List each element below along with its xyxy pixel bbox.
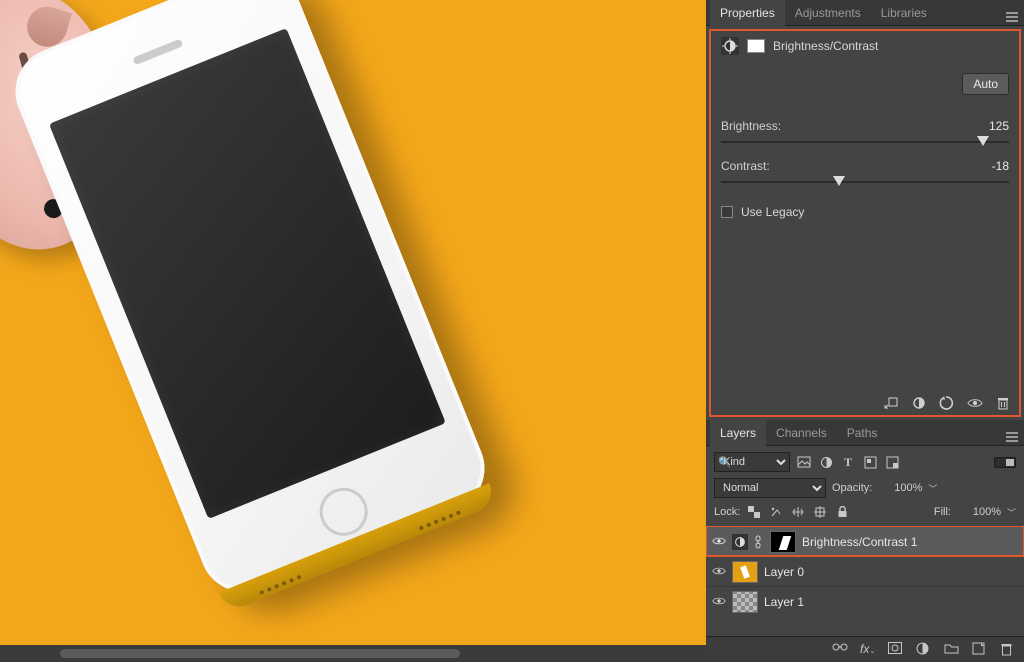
view-previous-state-icon[interactable] <box>911 395 927 411</box>
lock-transparent-icon[interactable] <box>746 504 762 520</box>
fill-chevron-icon[interactable]: ﹀ <box>1007 506 1016 519</box>
delete-adjustment-icon[interactable] <box>995 395 1011 411</box>
tab-adjustments[interactable]: Adjustments <box>785 0 871 26</box>
tab-properties[interactable]: Properties <box>710 0 785 26</box>
layer-mask-thumb[interactable] <box>770 531 796 553</box>
brightness-label: Brightness: <box>721 119 961 133</box>
tab-channels[interactable]: Channels <box>766 420 837 446</box>
visibility-eye-icon[interactable] <box>712 565 726 579</box>
new-layer-icon[interactable] <box>972 642 988 658</box>
contrast-input[interactable] <box>961 159 1009 173</box>
fill-label: Fill: <box>934 506 951 518</box>
lock-all-icon[interactable] <box>834 504 850 520</box>
filter-adjustment-icon[interactable] <box>818 454 834 470</box>
brightness-contrast-icon <box>732 534 748 550</box>
tab-paths[interactable]: Paths <box>837 420 888 446</box>
canvas-image <box>0 0 706 645</box>
auto-button[interactable]: Auto <box>962 73 1009 95</box>
fx-icon[interactable]: fx⌄ <box>860 642 876 658</box>
layer-name[interactable]: Layer 0 <box>764 565 804 579</box>
visibility-eye-icon[interactable] <box>712 595 726 609</box>
properties-panel: Brightness/Contrast Auto Brightness: Con… <box>709 29 1021 417</box>
adjustment-title: Brightness/Contrast <box>773 39 878 53</box>
lock-position-icon[interactable] <box>790 504 806 520</box>
layers-panel: Layers Channels Paths Kind 🔍 T Normal Op… <box>706 420 1024 662</box>
use-legacy-checkbox[interactable] <box>721 206 733 218</box>
add-mask-icon[interactable] <box>888 642 904 658</box>
lock-image-icon[interactable] <box>768 504 784 520</box>
clip-to-layer-icon[interactable] <box>883 395 899 411</box>
opacity-value[interactable]: 100% <box>878 482 922 494</box>
properties-tabs: Properties Adjustments Libraries <box>706 0 1024 26</box>
layer-row[interactable]: Layer 0 <box>706 556 1024 586</box>
layer-thumb[interactable] <box>732 591 758 613</box>
document-canvas[interactable] <box>0 0 706 662</box>
contrast-slider[interactable] <box>721 175 1009 189</box>
reset-icon[interactable] <box>939 395 955 411</box>
visibility-eye-icon[interactable] <box>712 535 726 549</box>
layer-list: Brightness/Contrast 1 Layer 0 Layer 1 <box>706 526 1024 636</box>
properties-panel-menu-icon[interactable] <box>1006 3 1018 22</box>
layers-panel-menu-icon[interactable] <box>1006 423 1018 442</box>
use-legacy-label: Use Legacy <box>741 205 804 219</box>
brightness-slider[interactable] <box>721 135 1009 149</box>
filter-toggle[interactable] <box>994 457 1016 468</box>
tab-layers[interactable]: Layers <box>710 420 766 446</box>
opacity-label: Opacity: <box>832 482 872 494</box>
layer-filter-kind-select[interactable]: Kind <box>714 452 790 472</box>
fill-value[interactable]: 100% <box>957 506 1001 518</box>
layer-name[interactable]: Layer 1 <box>764 595 804 609</box>
layer-row[interactable]: Layer 1 <box>706 586 1024 616</box>
blend-mode-select[interactable]: Normal <box>714 478 826 498</box>
lock-label: Lock: <box>714 506 740 518</box>
filter-smartobject-icon[interactable] <box>884 454 900 470</box>
new-adjustment-icon[interactable] <box>916 642 932 658</box>
filter-shape-icon[interactable] <box>862 454 878 470</box>
brightness-contrast-icon <box>721 37 739 55</box>
delete-layer-icon[interactable] <box>1000 642 1016 658</box>
filter-type-icon[interactable]: T <box>840 454 856 470</box>
opacity-chevron-icon[interactable]: ﹀ <box>928 482 937 495</box>
brightness-input[interactable] <box>961 119 1009 133</box>
new-group-icon[interactable] <box>944 642 960 658</box>
link-layers-icon[interactable] <box>832 642 848 658</box>
layers-footer: fx⌄ <box>706 636 1024 662</box>
lock-artboard-icon[interactable] <box>812 504 828 520</box>
tab-libraries[interactable]: Libraries <box>871 0 937 26</box>
mask-link-icon[interactable] <box>754 535 764 549</box>
filter-pixel-icon[interactable] <box>796 454 812 470</box>
layer-mask-icon[interactable] <box>747 39 765 53</box>
photo-phone <box>2 0 497 605</box>
contrast-label: Contrast: <box>721 159 961 173</box>
layer-thumb[interactable] <box>732 561 758 583</box>
layer-row[interactable]: Brightness/Contrast 1 <box>706 526 1024 556</box>
toggle-visibility-icon[interactable] <box>967 395 983 411</box>
horizontal-scrollbar[interactable] <box>0 645 706 662</box>
layer-name[interactable]: Brightness/Contrast 1 <box>802 535 917 549</box>
